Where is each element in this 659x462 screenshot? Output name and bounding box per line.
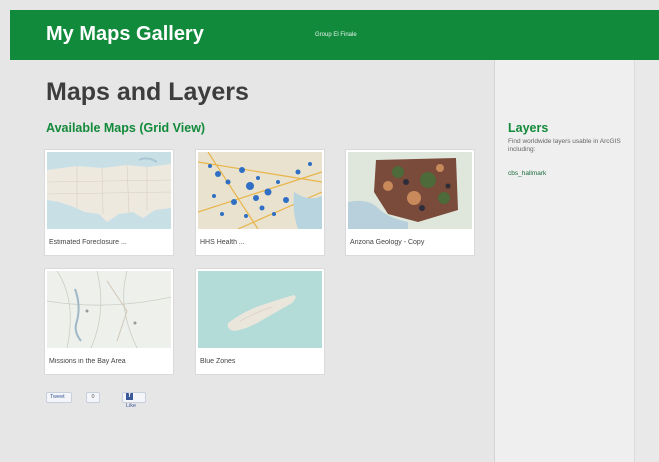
- map-caption[interactable]: Arizona Geology - Copy: [350, 239, 470, 246]
- sidebar-title: Layers: [508, 121, 549, 135]
- tweet-button[interactable]: Tweet: [46, 392, 72, 403]
- map-thumbnail[interactable]: [348, 152, 472, 229]
- facebook-like-label: Like: [126, 403, 137, 409]
- sidebar-layer-link[interactable]: cbs_hallmark: [508, 170, 546, 177]
- map-thumbnail[interactable]: [47, 271, 171, 348]
- map-thumbnail[interactable]: [198, 152, 322, 229]
- map-card-arizona-geology[interactable]: Arizona Geology - Copy: [345, 149, 475, 256]
- right-gutter: [634, 60, 659, 462]
- app-header: My Maps Gallery Group El Finale: [10, 10, 659, 60]
- map-caption[interactable]: Blue Zones: [200, 358, 320, 365]
- map-thumbnail[interactable]: [47, 152, 171, 229]
- page-title: Maps and Layers: [46, 78, 249, 106]
- map-card-hhs[interactable]: HHS Health ...: [195, 149, 325, 256]
- map-card-bay-missions[interactable]: Missions in the Bay Area: [44, 268, 174, 375]
- map-card-foreclosure[interactable]: Estimated Foreclosure ...: [44, 149, 174, 256]
- map-card-blue-zones[interactable]: Blue Zones: [195, 268, 325, 375]
- app-title[interactable]: My Maps Gallery: [46, 23, 204, 46]
- section-title: Available Maps (Grid View): [46, 121, 206, 135]
- tweet-count: 0: [86, 392, 100, 403]
- group-label[interactable]: Group El Finale: [315, 32, 357, 38]
- map-caption[interactable]: Estimated Foreclosure ...: [49, 239, 169, 246]
- facebook-like-button[interactable]: f Like: [122, 392, 146, 409]
- facebook-icon: f: [126, 393, 133, 401]
- map-caption[interactable]: HHS Health ...: [200, 239, 320, 246]
- map-caption[interactable]: Missions in the Bay Area: [49, 358, 169, 365]
- map-thumbnail[interactable]: [198, 271, 322, 348]
- sidebar-description: Find worldwide layers usable in ArcGIS i…: [508, 138, 621, 153]
